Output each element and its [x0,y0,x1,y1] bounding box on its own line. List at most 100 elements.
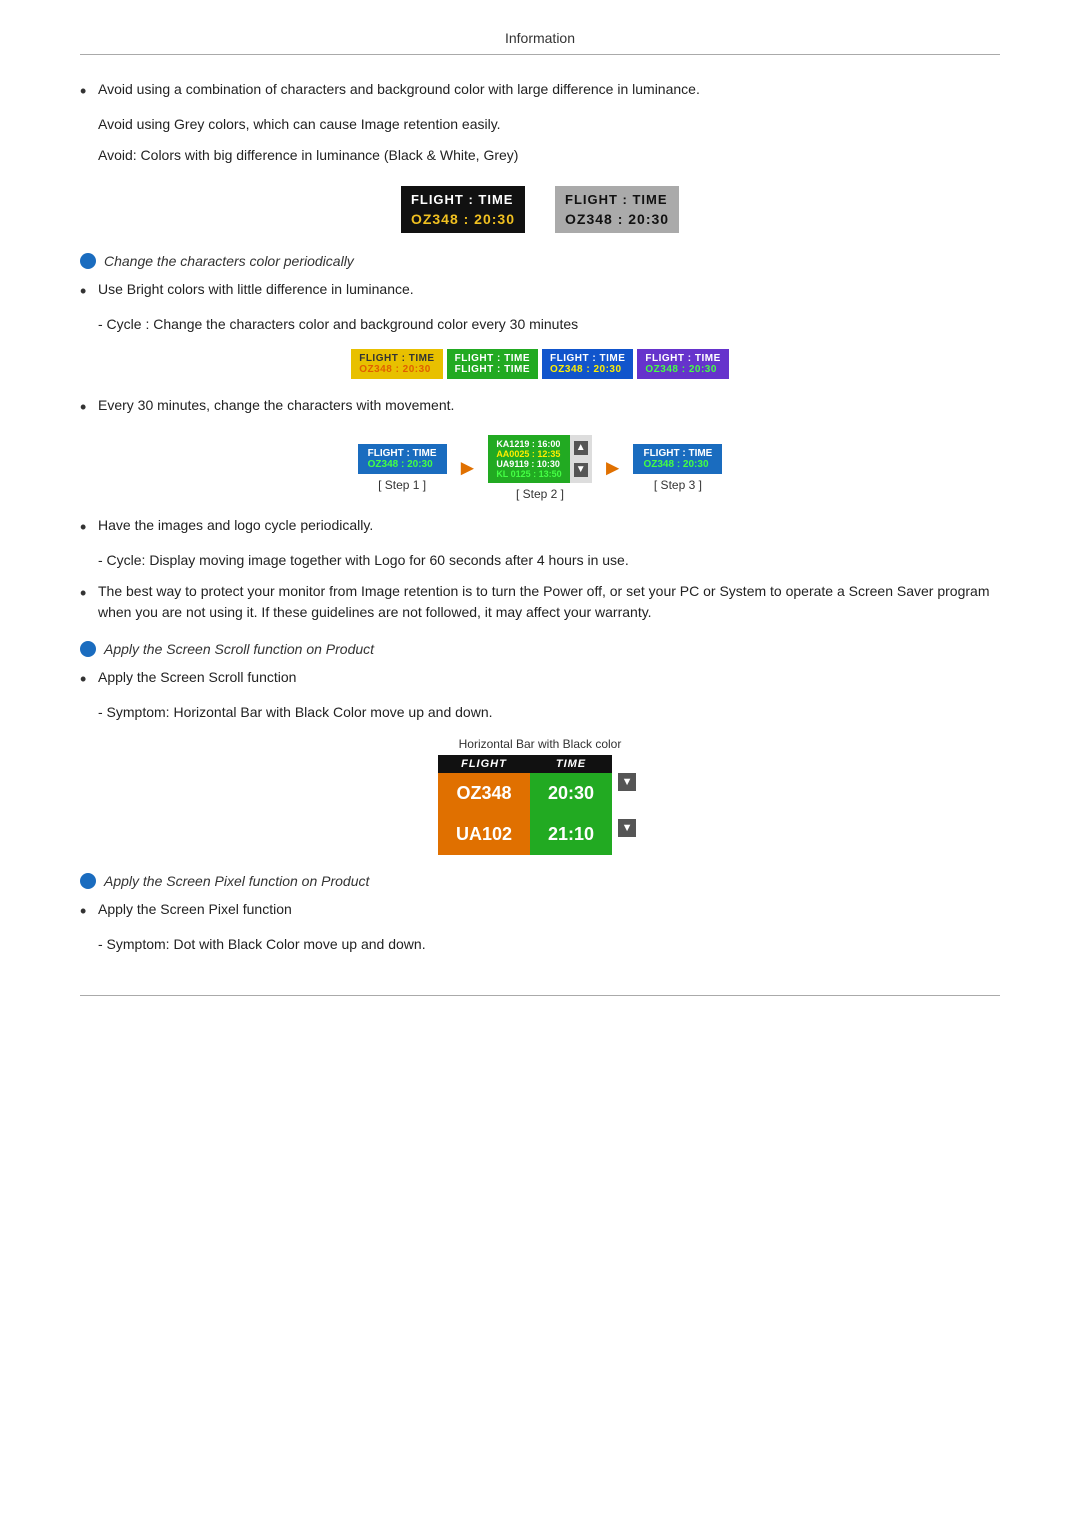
arrow-right-icon-1: ► [457,455,479,481]
standalone-2-text: Avoid: Colors with big difference in lum… [98,147,518,163]
scroll-header-col2: TIME [530,755,612,773]
step-1-row2: OZ348 : 20:30 [368,459,437,470]
cycle-box-3: FLIGHT : TIME OZ348 : 20:30 [542,349,633,379]
section-header-1: Change the characters color periodically [80,253,1000,269]
step-1-inner: FLIGHT : TIME OZ348 : 20:30 [358,444,447,474]
bullet-text-6: Apply the Screen Scroll function [98,667,1000,688]
blue-circle-icon-1 [80,253,96,269]
flight-box-black: FLIGHT : TIME OZ348 : 20:30 [401,186,525,233]
standalone-1-text: Avoid using Grey colors, which can cause… [98,116,501,132]
step-3-inner: FLIGHT : TIME OZ348 : 20:30 [633,444,722,474]
bullet-text-5: The best way to protect your monitor fro… [98,581,1000,623]
step-3-label: [ Step 3 ] [654,478,702,492]
arrow-right-icon-2: ► [602,455,624,481]
bullet-dot-2: • [80,279,98,304]
page: Information • Avoid using a combination … [0,0,1080,1056]
bullet-item-1: • Avoid using a combination of character… [80,79,1000,104]
bullet-item-2: • Use Bright colors with little differen… [80,279,1000,304]
bullet-text-3: Every 30 minutes, change the characters … [98,395,1000,416]
scroll-row2-col2: 21:10 [530,814,612,855]
scroll-row1-col2: 20:30 [530,773,612,814]
color-cycle-boxes: FLIGHT : TIME OZ348 : 20:30 FLIGHT : TIM… [80,349,1000,379]
symptom-2: - Symptom: Dot with Black Color move up … [98,934,1000,955]
flight-box-black-row1: FLIGHT : TIME [411,192,515,207]
cycle-box-2-row1: FLIGHT : TIME [455,353,530,364]
cycle-box-4-row1: FLIGHT : TIME [645,353,720,364]
scroll-arrows-col: ▼ ▼ [612,755,642,855]
step-2-arrow-down: ▼ [574,463,588,477]
step-2-r2: AA0025 : 12:35 [496,449,561,459]
step-1-box: FLIGHT : TIME OZ348 : 20:30 [ Step 1 ] [358,444,447,492]
cycle-note-2: - Cycle: Display moving image together w… [98,550,1000,571]
step-2-inner: KA1219 : 16:00 AA0025 : 12:35 UA9119 : 1… [488,435,569,483]
standalone-text-2: Avoid: Colors with big difference in lum… [98,145,1000,166]
scroll-label-text: Horizontal Bar with Black color [459,737,622,751]
scroll-header-col1: FLIGHT [438,755,530,773]
step-2-label: [ Step 2 ] [516,487,564,501]
scroll-table: FLIGHT TIME OZ348 20:30 UA102 21:10 [438,755,612,855]
cycle-box-1: FLIGHT : TIME OZ348 : 20:30 [351,349,442,379]
scroll-row-1: OZ348 20:30 [438,773,612,814]
flight-box-grey-row2: OZ348 : 20:30 [565,211,669,227]
standalone-text-1: Avoid using Grey colors, which can cause… [98,114,1000,135]
bullet-dot-6: • [80,667,98,692]
bullet-dot-3: • [80,395,98,420]
cycle-box-4: FLIGHT : TIME OZ348 : 20:30 [637,349,728,379]
section2-title: Apply the Screen Scroll function on Prod… [104,641,374,657]
flight-boxes-comparison: FLIGHT : TIME OZ348 : 20:30 FLIGHT : TIM… [80,186,1000,233]
cycle-box-1-row1: FLIGHT : TIME [359,353,434,364]
step-2-r1: KA1219 : 16:00 [496,439,561,449]
symptom-1-text: - Symptom: Horizontal Bar with Black Col… [98,704,493,720]
bullet-item-6: • Apply the Screen Scroll function [80,667,1000,692]
cycle-note-2-text: - Cycle: Display moving image together w… [98,552,629,568]
step-2-arrow-up: ▲ [574,441,588,455]
step-2-box: KA1219 : 16:00 AA0025 : 12:35 UA9119 : 1… [488,435,591,501]
blue-circle-icon-2 [80,641,96,657]
page-header: Information [80,30,1000,55]
steps-row: FLIGHT : TIME OZ348 : 20:30 [ Step 1 ] ►… [80,435,1000,501]
bullet-dot-4: • [80,515,98,540]
scroll-header-row: FLIGHT TIME [438,755,612,773]
bullet-dot-7: • [80,899,98,924]
cycle-box-2-row2: FLIGHT : TIME [455,364,530,375]
section3-title: Apply the Screen Pixel function on Produ… [104,873,369,889]
scroll-row2-col1: UA102 [438,814,530,855]
step-2-r3: UA9119 : 10:30 [496,459,561,469]
scroll-header-col2-text: TIME [556,758,586,770]
step-2-arrows: ▲ ▼ [570,435,592,483]
cycle-box-2: FLIGHT : TIME FLIGHT : TIME [447,349,538,379]
bullet-text-7: Apply the Screen Pixel function [98,899,1000,920]
step-arrow-1: ► [457,455,479,481]
flight-box-grey-row1: FLIGHT : TIME [565,192,669,207]
flight-box-grey: FLIGHT : TIME OZ348 : 20:30 [555,186,679,233]
section1-title: Change the characters color periodically [104,253,354,269]
step-arrow-2: ► [602,455,624,481]
symptom-2-text: - Symptom: Dot with Black Color move up … [98,936,426,952]
step-3-row1: FLIGHT : TIME [643,448,712,459]
bullet-text-1: Avoid using a combination of characters … [98,79,1000,100]
scroll-diagram-label: Horizontal Bar with Black color [459,737,622,751]
step-3-row2: OZ348 : 20:30 [643,459,712,470]
step-1-row1: FLIGHT : TIME [368,448,437,459]
scroll-row-2: UA102 21:10 [438,814,612,855]
scroll-row1-col1: OZ348 [438,773,530,814]
step-2-inner-wrap: KA1219 : 16:00 AA0025 : 12:35 UA9119 : 1… [488,435,591,483]
section-header-3: Apply the Screen Pixel function on Produ… [80,873,1000,889]
step-3-box: FLIGHT : TIME OZ348 : 20:30 [ Step 3 ] [633,444,722,492]
bullet-item-5: • The best way to protect your monitor f… [80,581,1000,623]
bullet-item-4: • Have the images and logo cycle periodi… [80,515,1000,540]
bullet-text-2: Use Bright colors with little difference… [98,279,1000,300]
scroll-arrow-down-1: ▼ [618,773,636,791]
footer-line [80,995,1000,996]
scroll-header-col1-text: FLIGHT [461,758,507,770]
cycle-box-1-row2: OZ348 : 20:30 [359,364,434,375]
symptom-1: - Symptom: Horizontal Bar with Black Col… [98,702,1000,723]
bullet-dot-5: • [80,581,98,606]
scroll-diagram-content: FLIGHT TIME OZ348 20:30 UA102 21:10 ▼ ▼ [438,755,642,855]
cycle-box-3-row2: OZ348 : 20:30 [550,364,625,375]
section-header-2: Apply the Screen Scroll function on Prod… [80,641,1000,657]
step-1-label: [ Step 1 ] [378,478,426,492]
header-title: Information [505,30,575,46]
bullet-item-3: • Every 30 minutes, change the character… [80,395,1000,420]
bullet-dot-1: • [80,79,98,104]
